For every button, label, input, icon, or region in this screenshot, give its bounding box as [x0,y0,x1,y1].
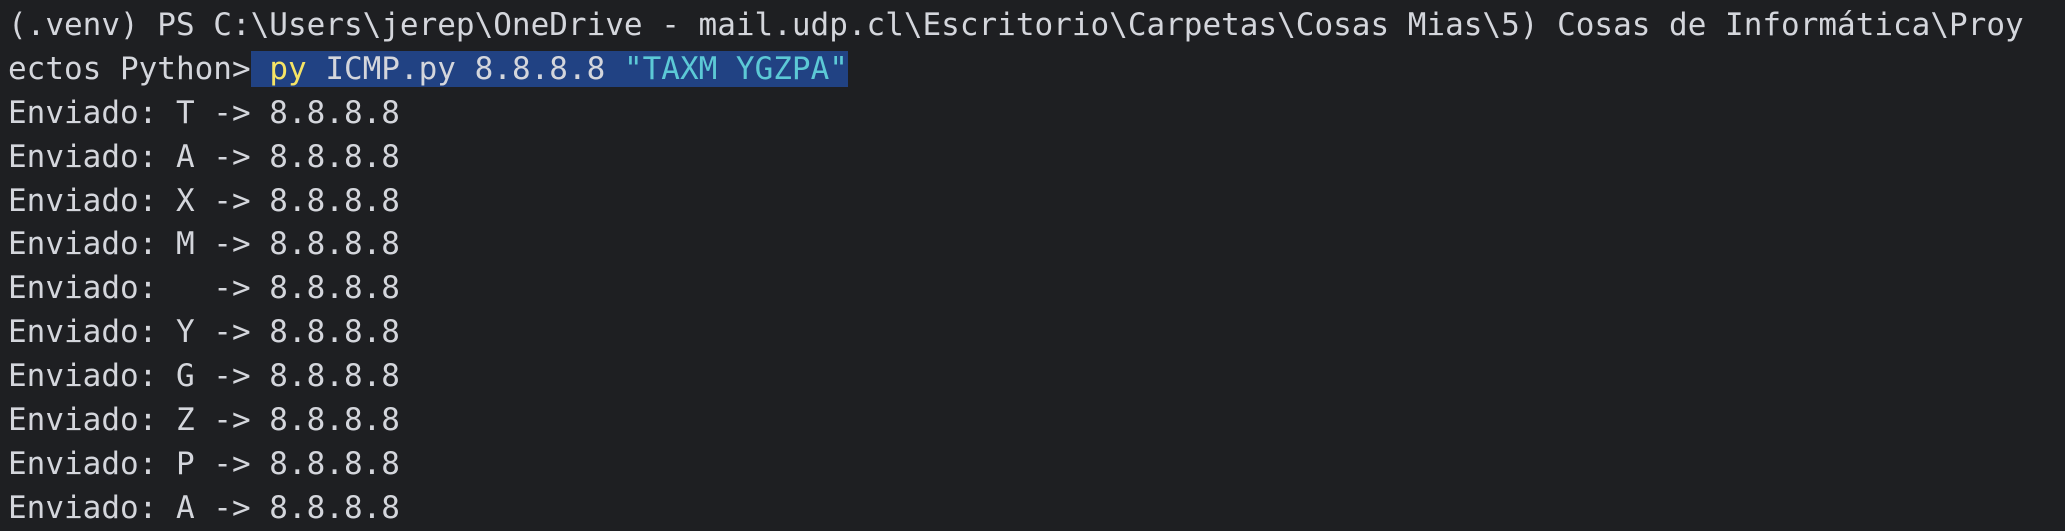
prompt-line-2[interactable]: ectos Python> py ICMP.py 8.8.8.8 "TAXM Y… [8,48,2065,92]
command-selection[interactable]: py ICMP.py 8.8.8.8 "TAXM YGZPA" [250,50,848,87]
output-line: Enviado: P -> 8.8.8.8 [8,445,400,482]
command-string-arg: "TAXM YGZPA" [623,50,848,87]
output-line: Enviado: T -> 8.8.8.8 [8,94,400,131]
output-line: Enviado: A -> 8.8.8.8 [8,138,400,175]
command-args: ICMP.py 8.8.8.8 [325,50,606,87]
command-executable: py [269,50,307,87]
output-line: Enviado: M -> 8.8.8.8 [8,226,400,263]
prompt-path: ectos Python> [8,50,251,87]
output-line: Enviado: X -> 8.8.8.8 [8,182,400,219]
output-line: Enviado: Y -> 8.8.8.8 [8,314,400,351]
output-line: Enviado: -> 8.8.8.8 [8,270,400,307]
output-line: Enviado: G -> 8.8.8.8 [8,358,400,395]
output-line: Enviado: A -> 8.8.8.8 [8,489,400,526]
prompt-line-1: (.venv) PS C:\Users\jerep\OneDrive - mai… [8,7,2024,43]
output-line: Enviado: Z -> 8.8.8.8 [8,402,400,439]
terminal-window[interactable]: (.venv) PS C:\Users\jerep\OneDrive - mai… [0,0,2065,531]
